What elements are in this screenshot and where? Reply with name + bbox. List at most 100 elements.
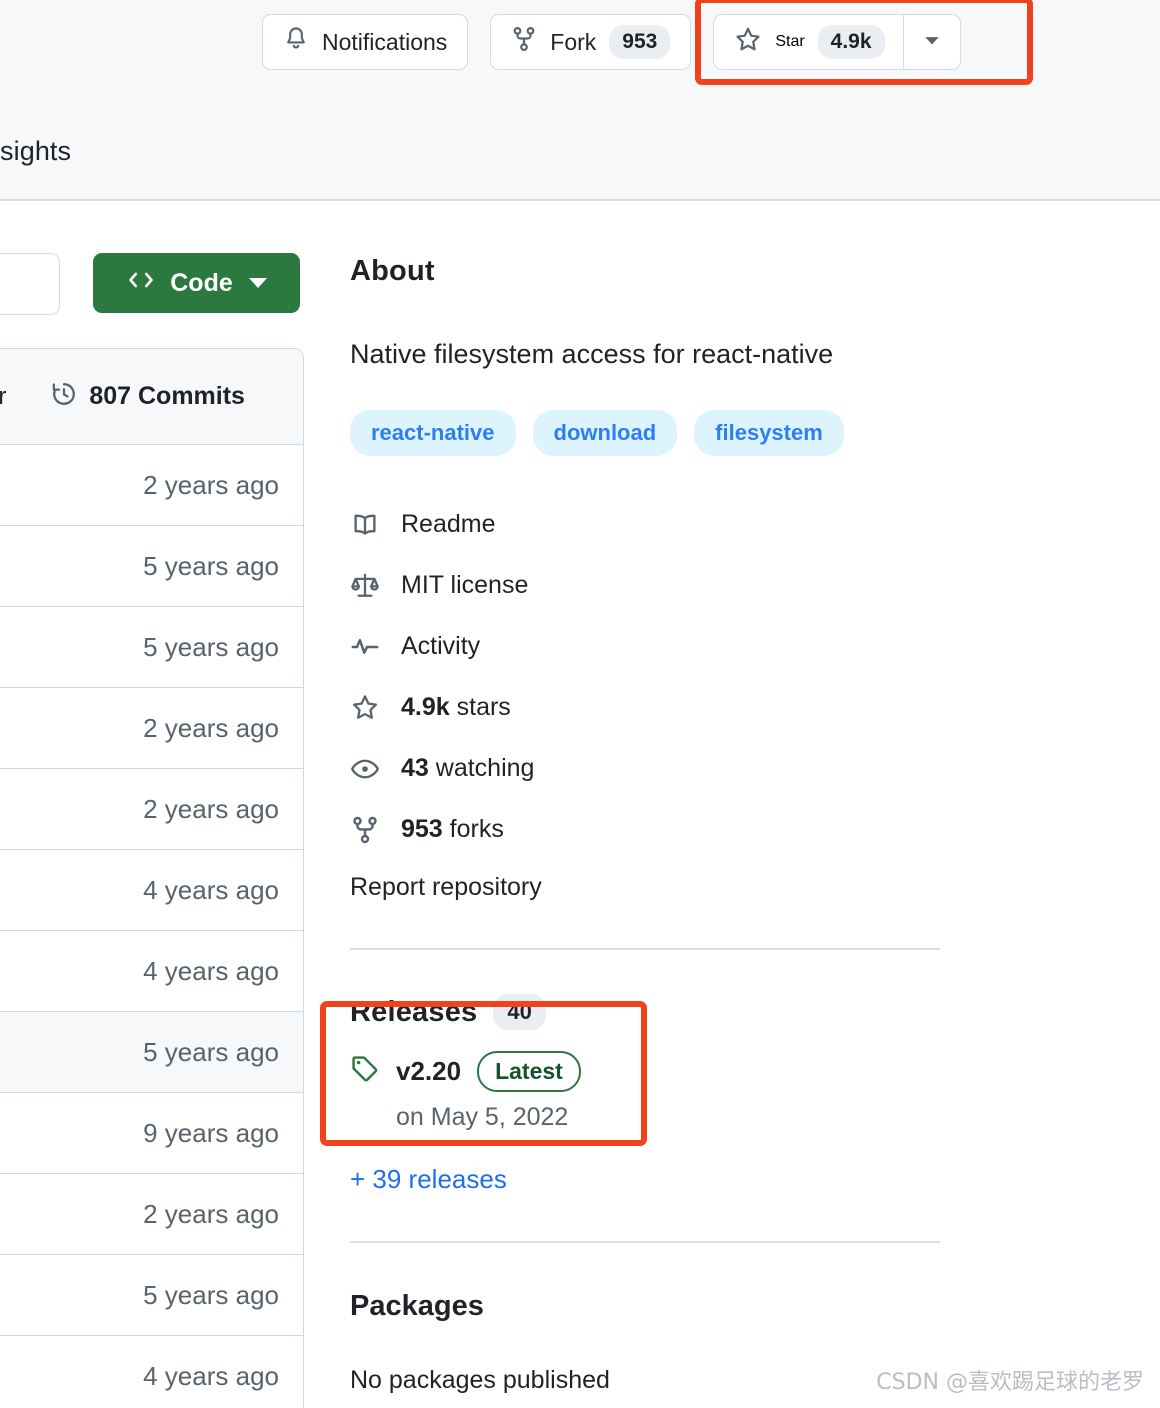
nav-tab-insights[interactable]: sights [0,136,71,167]
meta-label: 4.9k stars [401,693,511,722]
table-row[interactable]: 4 years ago [0,1336,303,1408]
star-count: 4.9k [817,24,885,60]
file-name-fragment: ... [0,1280,71,1311]
table-row[interactable]: 5 years ago [0,526,303,607]
table-row[interactable]: 2 years ago [0,1174,303,1255]
release-date: on May 5, 2022 [396,1103,569,1132]
table-row[interactable]: 5 years ago [0,607,303,688]
topic-tag-react-native[interactable]: react-native [350,410,516,456]
file-age: 2 years ago [143,712,279,743]
meta-row-book[interactable]: Readme [350,496,950,554]
releases-header: Releases 40 [350,993,950,1031]
meta-row-pulse[interactable]: Activity [350,618,950,676]
file-age: 5 years ago [143,1279,279,1310]
meta-label: Activity [401,632,481,661]
table-row[interactable]: 9 years ago [0,1093,303,1174]
star-button-group: Star 4.9k [695,0,1034,85]
watermark: CSDN @喜欢踢足球的老罗 [876,1370,1144,1395]
chevron-down-icon [248,278,267,288]
meta-row-law[interactable]: MIT license [350,557,950,615]
about-description: Native filesystem access for react-nativ… [350,339,834,369]
table-row[interactable]: .. 2 years ago [0,769,303,850]
law-icon [350,571,380,601]
file-age: 2 years ago [143,793,279,824]
pulse-icon [350,632,380,662]
history-clock-icon [50,380,78,413]
file-age: 4 years ago [143,955,279,986]
star-label: Star [775,33,805,50]
chevron-down-icon [922,30,942,55]
latest-release-row: v2.20 Latest [350,1051,650,1093]
divider [350,947,940,950]
star-dropdown-button[interactable] [902,14,961,70]
topic-tag-filesystem[interactable]: filesystem [694,410,844,456]
search-input[interactable] [0,253,60,315]
bell-icon [283,26,309,58]
fork-button[interactable]: Fork 953 [490,14,692,70]
about-sidebar: About Native filesystem access for react… [320,255,950,1395]
file-age: 4 years ago [143,1360,279,1391]
notifications-label: Notifications [322,28,448,55]
file-list-panel: ar 807 Commits .. 2 years ago 5 years ago 5… [0,348,304,1408]
table-row[interactable]: ... 4 years ago [0,931,303,1012]
commits-header-row: ar 807 Commits [0,349,303,445]
book-icon [350,510,380,540]
fork-icon [511,26,537,58]
packages-empty-text: No packages published [350,1366,610,1395]
repo-actions-toolbar: Notifications Fork 953 Star 4.9k [262,0,1034,85]
file-age: 9 years ago [143,1117,279,1148]
file-name-fragment: ... [0,956,71,987]
table-row[interactable]: ... 5 years ago [0,1012,303,1093]
more-releases-link[interactable]: + 39 releases [350,1164,950,1195]
releases-heading: Releases [350,995,478,1028]
about-heading: About [350,255,435,287]
meta-label: 953 forks [401,815,504,844]
report-repository-link[interactable]: Report repository [350,873,950,902]
release-tag-name: v2.20 [396,1056,462,1087]
code-button[interactable]: Code [93,253,300,313]
file-name-fragment: ... [0,1037,71,1068]
table-row[interactable]: 4 years ago [0,850,303,931]
meta-label: Readme [401,510,496,539]
file-rows-container: .. 2 years ago 5 years ago 5 years ago 2 yea… [0,445,303,1408]
latest-release-card[interactable]: v2.20 Latest on May 5, 2022 [320,1001,650,1147]
eye-icon [350,754,380,784]
file-name-fragment: .. [0,794,71,825]
branch-name-fragment: ar [0,383,6,411]
code-button-label: Code [170,268,233,297]
meta-label: 43 watching [401,754,535,783]
table-row[interactable]: ... 5 years ago [0,1255,303,1336]
meta-row-star[interactable]: 4.9k stars [350,679,950,737]
repo-meta-list: Readme MIT license Activity 4.9k stars 43 wa… [350,496,950,859]
commits-link[interactable]: 807 Commits [50,380,245,413]
fork-icon [350,815,380,845]
star-button[interactable]: Star 4.9k [713,14,903,70]
meta-row-fork[interactable]: 953 forks [350,801,950,859]
divider [350,1241,940,1244]
file-age: 5 years ago [143,1036,279,1067]
github-repo-page: Notifications Fork 953 Star 4.9k sights … [0,0,1160,1408]
star-icon [734,26,762,59]
topic-tag-list: react-native download filesystem [350,410,950,456]
file-age: 4 years ago [143,874,279,905]
fork-count: 953 [609,24,671,60]
packages-heading: Packages [350,1290,484,1323]
commits-count-label: 807 Commits [89,382,245,410]
tag-icon [350,1054,380,1089]
fork-label: Fork [550,28,597,55]
notifications-button[interactable]: Notifications [262,14,469,70]
file-age: 5 years ago [143,550,279,581]
table-row[interactable]: 2 years ago [0,688,303,769]
code-brackets-icon [126,267,156,300]
star-icon [350,693,380,723]
file-age: 5 years ago [143,631,279,662]
table-row[interactable]: .. 2 years ago [0,445,303,526]
topic-tag-download[interactable]: download [532,410,678,456]
file-age: 2 years ago [143,1198,279,1229]
releases-count-badge: 40 [493,993,546,1031]
meta-label: MIT license [401,571,529,600]
file-age: 2 years ago [143,469,279,500]
meta-row-eye[interactable]: 43 watching [350,740,950,798]
latest-badge: Latest [477,1051,581,1093]
file-name-fragment: .. [0,470,71,501]
